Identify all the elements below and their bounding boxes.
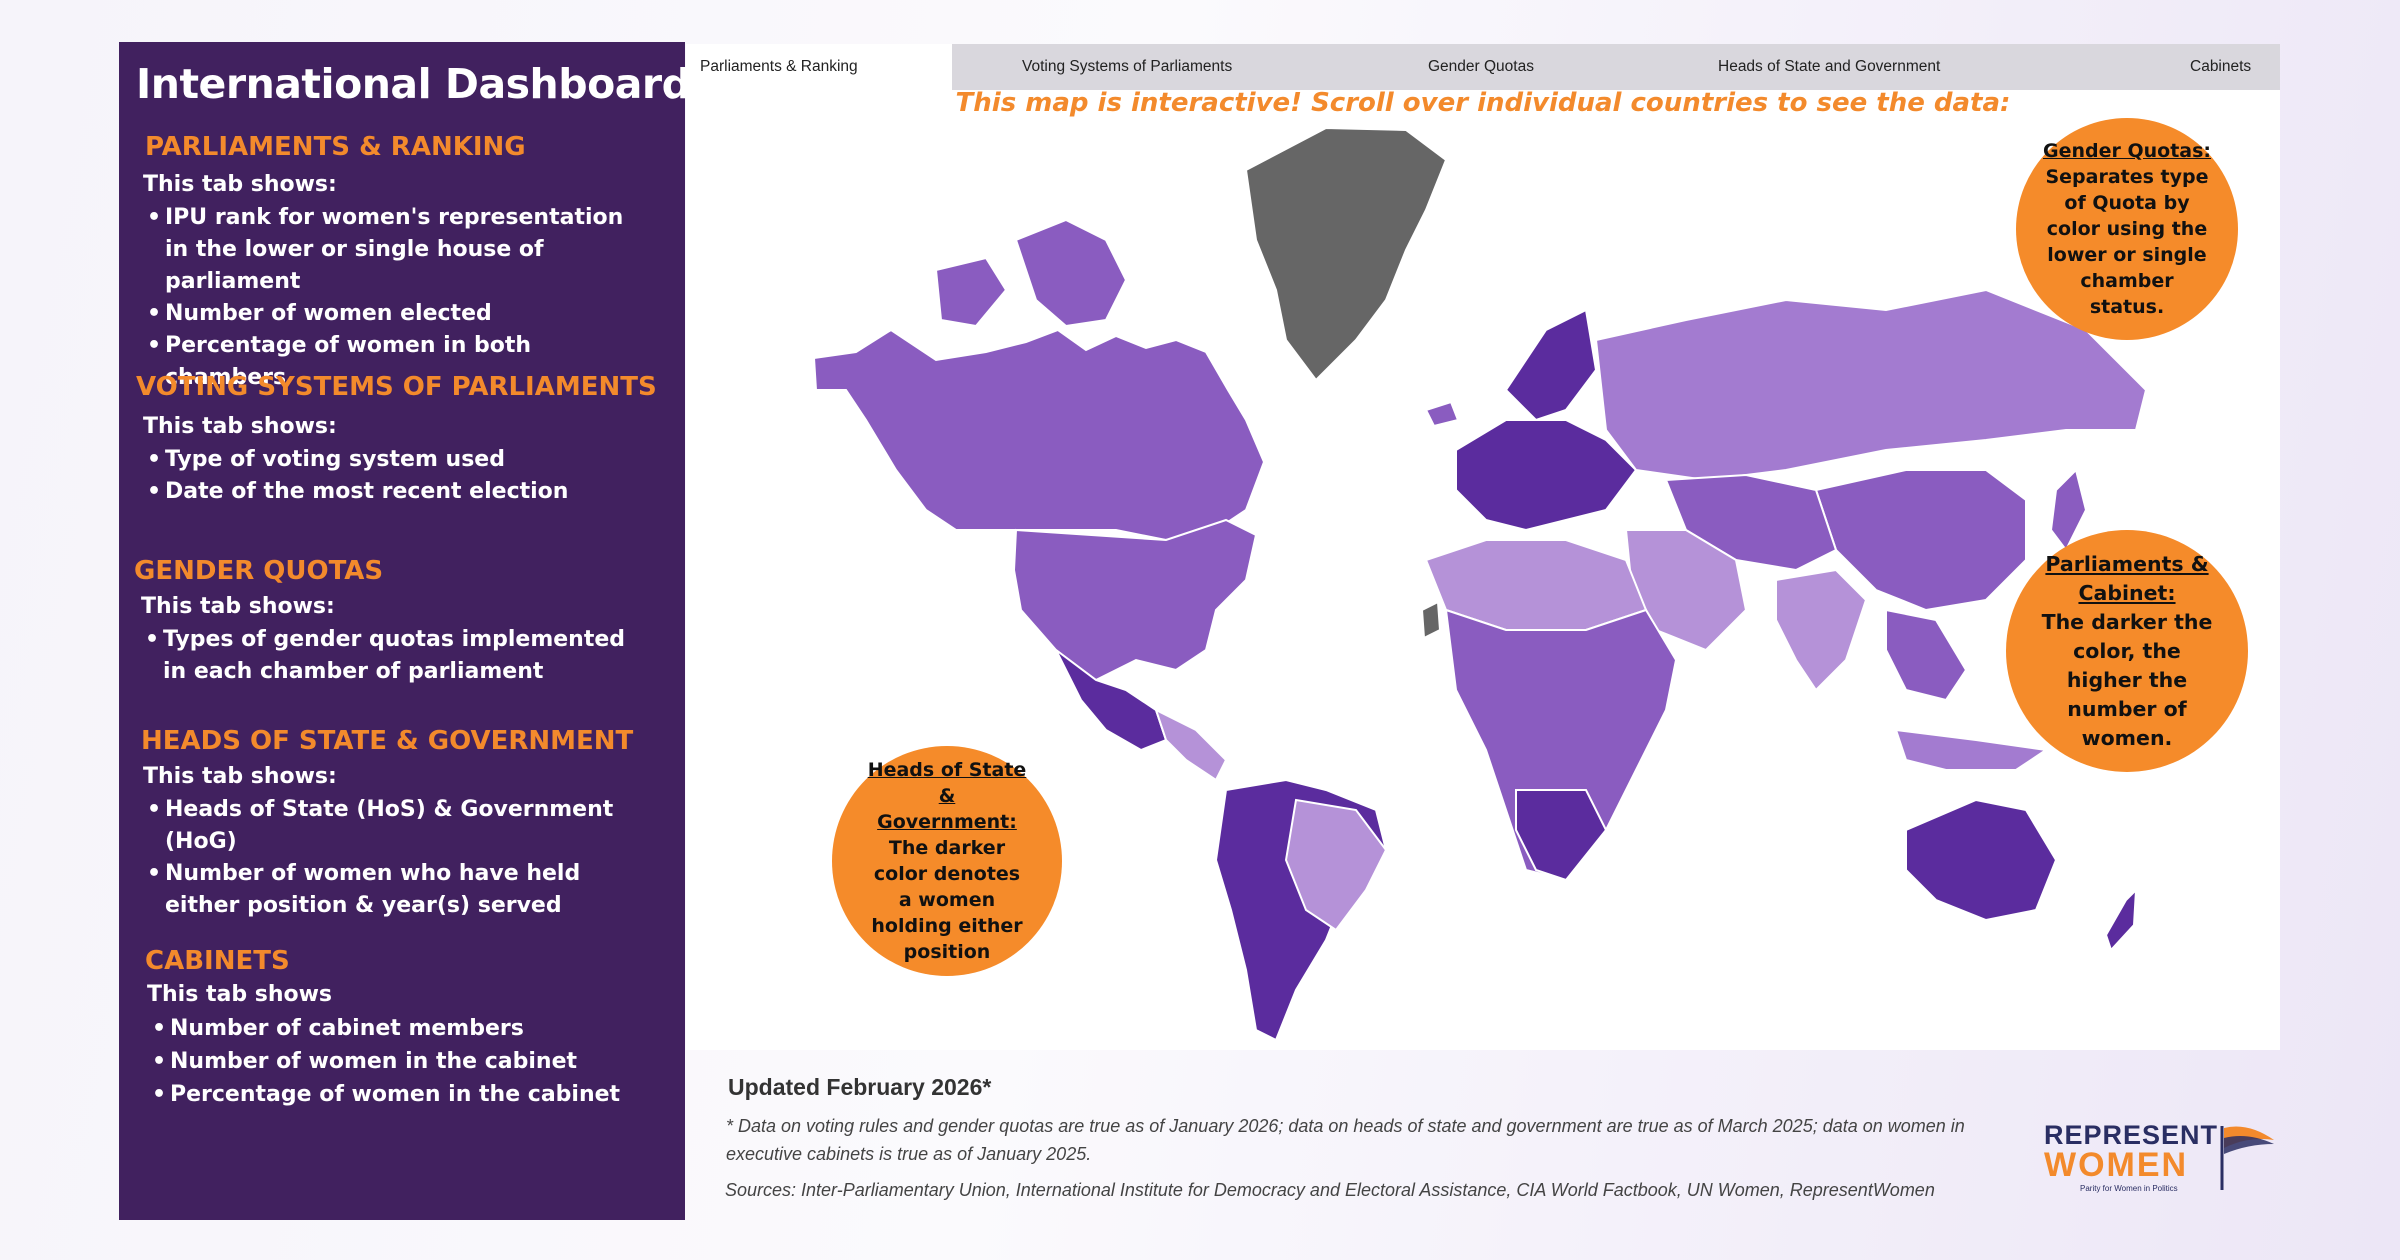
list-item: Percentage of women in the cabinet (152, 1078, 652, 1111)
section-sub-heads: This tab shows: (143, 764, 337, 789)
list-item: Type of voting system used (147, 444, 647, 476)
map-region-canada-islands (934, 256, 1008, 328)
callout-heads-of-state-body: The darker color denotes a women holding… (871, 837, 1023, 963)
logo-tagline: Parity for Women in Politics (2080, 1184, 2178, 1193)
logo-line2: WOMEN (2044, 1146, 2189, 1184)
callout-heads-of-state-title: Heads of State & Government: (867, 759, 1027, 833)
section-heading-parliaments: PARLIAMENTS & RANKING (145, 132, 526, 162)
map-region-iceland (1424, 400, 1460, 428)
list-item: Number of cabinet members (152, 1012, 652, 1045)
callout-gender-quotas-body: Separates type of Quota by color using t… (2045, 166, 2209, 318)
callout-parliaments-cabinet: Parliaments & Cabinet: The darker the co… (2006, 530, 2248, 772)
map-interactive-prompt: This map is interactive! Scroll over ind… (955, 88, 2011, 118)
map-region-central-america (1154, 708, 1228, 782)
dashboard-title: International Dashboard (136, 60, 691, 108)
callout-heads-of-state: Heads of State & Government: The darker … (832, 746, 1062, 976)
callout-parliaments-cabinet-body: The darker the color, the higher the num… (2041, 609, 2213, 750)
map-region-canada-arctic (1014, 218, 1128, 328)
list-item: IPU rank for women's representation in t… (147, 202, 647, 298)
section-sub-parliaments: This tab shows: (143, 172, 337, 197)
map-region-europe (1455, 419, 1638, 532)
list-item: Number of women who have held either pos… (147, 858, 647, 922)
list-item: Number of women elected (147, 298, 647, 330)
list-item: Heads of State (HoS) & Government (HoG) (147, 794, 647, 858)
tab-gender-quotas[interactable]: Gender Quotas (1428, 44, 1534, 90)
section-heading-quotas: GENDER QUOTAS (134, 556, 384, 586)
section-sub-quotas: This tab shows: (141, 594, 335, 619)
list-item: Number of women in the cabinet (152, 1045, 652, 1078)
callout-parliaments-cabinet-title: Parliaments & Cabinet: (2045, 551, 2209, 605)
section-list-parliaments: IPU rank for women's representation in t… (147, 202, 647, 394)
list-item: Date of the most recent election (147, 476, 647, 508)
map-region-india (1775, 568, 1868, 692)
map-region-north-america-north (812, 328, 1266, 542)
map-region-greenland (1244, 126, 1448, 382)
tab-bar: Parliaments & Ranking Voting Systems of … (686, 44, 2280, 90)
map-region-western-sahara (1420, 600, 1442, 640)
section-list-voting: Type of voting system used Date of the m… (147, 444, 647, 508)
sources: Sources: Inter-Parliamentary Union, Inte… (725, 1180, 1935, 1200)
section-heading-voting: VOTING SYSTEMS OF PARLIAMENTS (136, 372, 657, 402)
callout-gender-quotas: Gender Quotas: Separates type of Quota b… (2016, 118, 2238, 340)
map-region-new-zealand (2104, 887, 2138, 952)
tab-heads-of-state[interactable]: Heads of State and Government (1718, 44, 1940, 90)
section-list-heads: Heads of State (HoS) & Government (HoG) … (147, 794, 647, 922)
section-sub-voting: This tab shows: (143, 414, 337, 439)
callout-gender-quotas-title: Gender Quotas: (2042, 140, 2212, 162)
section-sub-cabinets: This tab shows (147, 982, 333, 1007)
map-region-indonesia (1894, 728, 2049, 771)
tab-cabinets[interactable]: Cabinets (2190, 44, 2251, 90)
section-heading-cabinets: CABINETS (145, 946, 290, 976)
list-item: Types of gender quotas implemented in ea… (145, 624, 645, 688)
represent-women-logo[interactable]: REPRESENT WOMEN Parity for Women in Poli… (2040, 1120, 2280, 1200)
flag-icon (2220, 1126, 2274, 1190)
tab-parliaments-ranking[interactable]: Parliaments & Ranking (686, 44, 952, 90)
updated-date: Updated February 2026* (728, 1074, 992, 1100)
data-note: * Data on voting rules and gender quotas… (726, 1116, 1965, 1164)
map-region-australia (1905, 798, 2058, 922)
map-region-scandinavia (1504, 308, 1598, 422)
section-list-cabinets: Number of cabinet members Number of wome… (152, 1012, 652, 1111)
tab-voting-systems[interactable]: Voting Systems of Parliaments (1022, 44, 1232, 90)
map-region-southeast-asia (1885, 608, 1968, 702)
section-heading-heads: HEADS OF STATE & GOVERNMENT (141, 726, 634, 756)
map-region-usa (1012, 518, 1258, 682)
section-list-quotas: Types of gender quotas implemented in ea… (145, 624, 645, 688)
